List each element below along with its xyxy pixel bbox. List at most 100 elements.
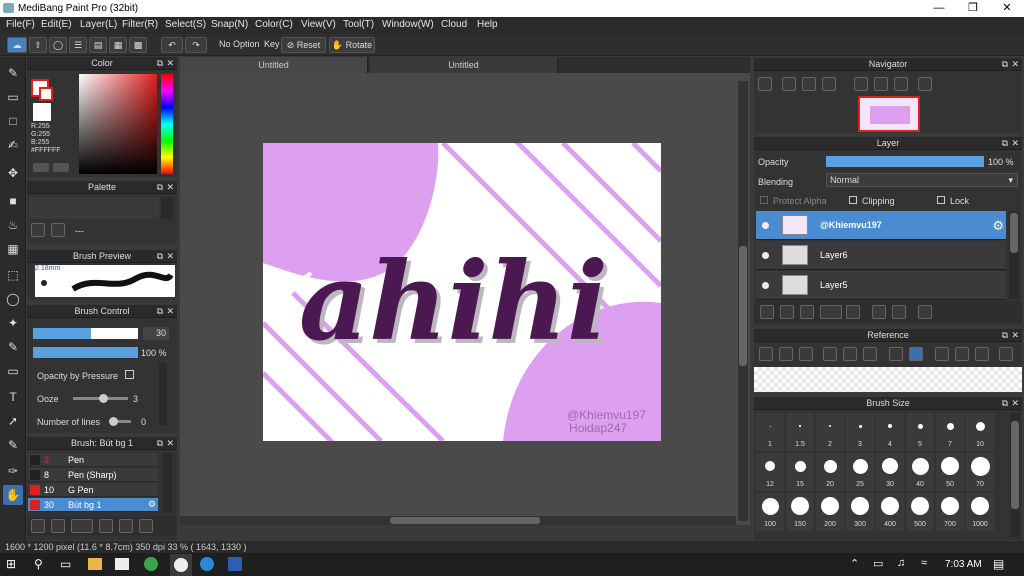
menu-filter[interactable]: Filter(R) xyxy=(122,19,158,30)
lock-checkbox[interactable] xyxy=(937,196,945,204)
brush-size-cell[interactable]: 30 xyxy=(876,453,904,491)
gradient-tool-icon[interactable]: ▦ xyxy=(3,239,23,259)
menu-snap[interactable]: Snap(N) xyxy=(211,19,248,30)
brush-copy-icon[interactable] xyxy=(139,519,153,533)
minimize-button[interactable]: — xyxy=(922,0,956,17)
panel-close-icon[interactable]: ✕ xyxy=(166,437,174,450)
navigator-lock-icon[interactable] xyxy=(918,77,932,91)
panel-close-icon[interactable]: ✕ xyxy=(166,181,174,194)
document-icon[interactable]: ▤ xyxy=(89,37,107,53)
word-icon[interactable] xyxy=(228,557,242,571)
operation-tool-icon[interactable]: ➚ xyxy=(3,411,23,431)
brush-size-cell[interactable]: 50 xyxy=(936,453,964,491)
rect-fill-tool-icon[interactable]: ■ xyxy=(3,191,23,211)
reference-image-area[interactable] xyxy=(754,367,1022,392)
brush-size-cell[interactable]: 40 xyxy=(906,453,934,491)
upload-icon[interactable]: ⇧ xyxy=(29,37,47,53)
maximize-button[interactable]: ❐ xyxy=(956,0,990,17)
rotate-reset-icon[interactable] xyxy=(894,77,908,91)
layer-row[interactable]: Layer6 xyxy=(756,241,1006,270)
undock-icon[interactable]: ⧉ xyxy=(1002,397,1008,410)
swap-color-button[interactable] xyxy=(53,163,69,172)
layer-visibility-icon[interactable] xyxy=(762,222,769,229)
wifi-icon[interactable]: ≈ xyxy=(921,557,927,569)
undock-icon[interactable]: ⧉ xyxy=(1002,137,1008,150)
undock-icon[interactable]: ⧉ xyxy=(1002,58,1008,71)
dot-tool-icon[interactable]: □ xyxy=(3,111,23,131)
magic-wand-icon[interactable]: ✦ xyxy=(3,313,23,333)
clock[interactable]: 7:03 AM xyxy=(945,559,982,570)
duplicate-layer-icon[interactable] xyxy=(872,305,886,319)
panel-close-icon[interactable]: ✕ xyxy=(1011,329,1019,342)
brush-size-cell[interactable]: 700 xyxy=(936,493,964,531)
brush-size-cell[interactable]: 100 xyxy=(756,493,784,531)
brush-size-cell[interactable]: 3 xyxy=(846,413,874,451)
brush-size-cell[interactable]: 400 xyxy=(876,493,904,531)
new-brush-icon[interactable] xyxy=(51,519,65,533)
close-button[interactable]: ✕ xyxy=(990,0,1024,17)
comment-icon[interactable]: ☰ xyxy=(69,37,87,53)
lines-slider[interactable] xyxy=(109,417,131,426)
notification-icon[interactable]: ▤ xyxy=(993,557,1004,571)
panel-close-icon[interactable]: ✕ xyxy=(1011,137,1019,150)
layer-visibility-icon[interactable] xyxy=(762,282,769,289)
reset-button[interactable]: ⊘ Reset xyxy=(281,37,326,53)
medibang-taskbar-item[interactable] xyxy=(170,554,192,576)
layer-scrollbar[interactable] xyxy=(1009,211,1019,299)
brush-tool-icon[interactable]: ✎ xyxy=(3,63,23,83)
reference-rotate-icon[interactable] xyxy=(935,347,949,361)
brush-size-cell[interactable]: 200 xyxy=(816,493,844,531)
add-1bit-layer-icon[interactable] xyxy=(800,305,814,319)
task-view-icon[interactable]: ▭ xyxy=(60,557,71,571)
clipping-checkbox[interactable] xyxy=(849,196,857,204)
color-gradient-picker[interactable] xyxy=(79,74,157,174)
brush-size-cell[interactable]: 1 xyxy=(756,413,784,451)
artwork-canvas[interactable]: ahihi ahihi @Khiemvu197 Hoidap247 xyxy=(263,143,661,441)
brush-opacity-slider[interactable] xyxy=(33,347,138,358)
brush-size-cell[interactable]: 7 xyxy=(936,413,964,451)
undock-icon[interactable]: ⧉ xyxy=(157,305,163,318)
brush-size-cell[interactable]: 4 xyxy=(876,413,904,451)
brush-dropdown-icon[interactable] xyxy=(71,519,93,533)
reference-eyedropper-icon[interactable] xyxy=(889,347,903,361)
merge-layer-icon[interactable] xyxy=(892,305,906,319)
brush-item[interactable]: 10 G Pen xyxy=(28,483,158,497)
divide-tool-icon[interactable]: ✎ xyxy=(3,435,23,455)
rotate-left-icon[interactable] xyxy=(854,77,868,91)
reference-close-icon[interactable] xyxy=(799,347,813,361)
menu-tool[interactable]: Tool(T) xyxy=(343,19,374,30)
menu-color[interactable]: Color(C) xyxy=(255,19,293,30)
brush-size-cell[interactable]: 5 xyxy=(906,413,934,451)
store-icon[interactable] xyxy=(115,558,129,570)
layer-row-selected[interactable]: @Khiemvu197 ⚙ xyxy=(756,211,1006,240)
layer-row[interactable]: Layer5 xyxy=(756,271,1006,300)
transparent-swatch[interactable] xyxy=(33,103,51,121)
brush-settings-gear-icon[interactable]: ⚙ xyxy=(148,499,156,510)
fit-window-icon[interactable] xyxy=(802,77,816,91)
brush-size-cell[interactable]: 300 xyxy=(846,493,874,531)
tab-untitled-2[interactable]: Untitled xyxy=(370,57,558,73)
search-icon[interactable]: ⚲ xyxy=(34,557,43,571)
reference-lock-icon[interactable] xyxy=(999,347,1013,361)
select-pen-icon[interactable]: ✎ xyxy=(3,337,23,357)
reference-hand-icon[interactable] xyxy=(909,347,923,361)
panel-close-icon[interactable]: ✕ xyxy=(166,250,174,263)
layer-type-dropdown-icon[interactable] xyxy=(820,305,842,319)
menu-file[interactable]: File(F) xyxy=(6,19,35,30)
hue-slider[interactable] xyxy=(161,74,173,174)
menu-select[interactable]: Select(S) xyxy=(165,19,206,30)
undock-icon[interactable]: ⧉ xyxy=(1002,329,1008,342)
chat-icon[interactable]: ◯ xyxy=(49,37,67,53)
select-rect-icon[interactable]: ⬚ xyxy=(3,265,23,285)
blending-select[interactable]: Normal ▾ xyxy=(826,173,1018,187)
line-tool-icon[interactable]: ✍ xyxy=(3,135,23,155)
bucket-tool-icon[interactable]: ♨ xyxy=(3,215,23,235)
brush-size-cell[interactable]: 150 xyxy=(786,493,814,531)
undock-icon[interactable]: ⧉ xyxy=(157,57,163,70)
opacity-pressure-checkbox[interactable] xyxy=(125,370,134,379)
color-mode-button[interactable] xyxy=(33,163,49,172)
brush-folder-icon[interactable] xyxy=(119,519,133,533)
reference-reset-icon[interactable] xyxy=(975,347,989,361)
canvas-horizontal-scrollbar[interactable] xyxy=(180,516,736,525)
add-brush-icon[interactable] xyxy=(31,519,45,533)
